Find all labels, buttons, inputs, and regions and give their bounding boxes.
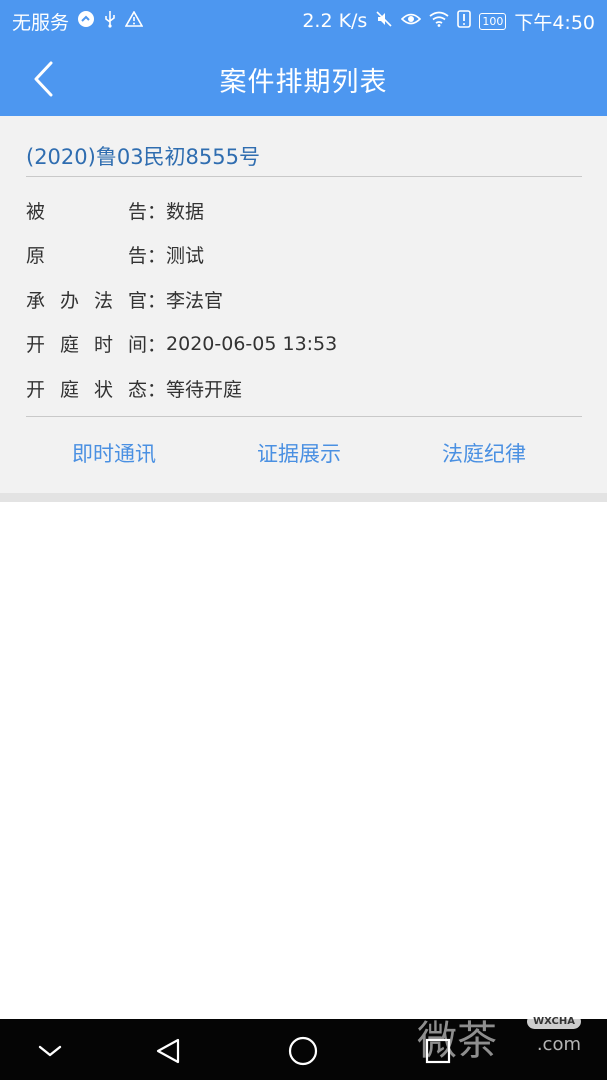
case-actions: 即时通讯 证据展示 法庭纪律 <box>0 438 607 478</box>
label-char: 法 <box>93 290 113 312</box>
nav-back-button[interactable] <box>150 1033 186 1069</box>
field-colon: ： <box>147 245 167 267</box>
case-card[interactable]: (2020)鲁03民初8555号 被 告 ： 数据 原 告 ： 测试 承 办 法… <box>0 116 607 493</box>
label-char: 时 <box>93 334 113 356</box>
carrier-text: 无服务 <box>12 11 70 34</box>
court-rules-button[interactable]: 法庭纪律 <box>442 438 526 468</box>
triangle-back-icon <box>156 1038 180 1064</box>
field-judge: 承 办 法 官 ： 李法官 <box>26 286 223 313</box>
label-char: 间 <box>127 334 147 356</box>
eye-icon <box>401 11 422 31</box>
chevron-down-icon <box>38 1045 62 1057</box>
field-label: 原 告 <box>26 241 147 268</box>
page-title: 案件排期列表 <box>219 66 388 98</box>
app-header: 无服务 2.2 K/s 100 下午4:50 案件排期列表 <box>0 0 607 116</box>
nav-bar: 案件排期列表 <box>0 42 607 116</box>
wifi-icon <box>429 11 449 31</box>
label-char: 态 <box>127 379 147 401</box>
status-time: 下午4:50 <box>514 11 595 34</box>
field-colon: ： <box>147 201 167 223</box>
label-char: 庭 <box>59 334 79 356</box>
nav-recent-button[interactable] <box>420 1033 456 1069</box>
label-char: 承 <box>26 290 46 312</box>
field-colon: ： <box>147 334 167 356</box>
field-label: 被 告 <box>26 197 147 224</box>
square-recent-icon <box>425 1038 451 1064</box>
settings-badge-icon <box>77 10 95 32</box>
nav-home-button[interactable] <box>285 1033 321 1069</box>
status-bar: 无服务 2.2 K/s 100 下午4:50 <box>0 0 607 42</box>
usb-icon <box>103 10 117 32</box>
mute-icon <box>375 10 393 32</box>
system-nav-bar <box>0 1019 607 1080</box>
field-colon: ： <box>147 290 167 312</box>
label-char: 开 <box>26 334 46 356</box>
label-char: 原 <box>26 245 46 267</box>
label-char: 办 <box>59 290 79 312</box>
label-char: 被 <box>26 201 46 223</box>
sim-alert-icon <box>457 10 472 32</box>
label-char: 告 <box>127 201 147 223</box>
label-char: 庭 <box>59 379 79 401</box>
divider <box>26 416 582 417</box>
field-label: 开 庭 状 态 <box>26 375 147 402</box>
circle-home-icon <box>288 1036 318 1066</box>
card-separator <box>0 493 607 502</box>
field-hearing-time: 开 庭 时 间 ： 2020-06-05 13:53 <box>26 330 337 357</box>
battery-icon: 100 <box>479 12 507 30</box>
field-value: 等待开庭 <box>166 379 243 401</box>
instant-message-button[interactable]: 即时通讯 <box>72 438 156 468</box>
chevron-left-icon <box>34 61 53 97</box>
divider <box>26 176 582 177</box>
field-value: 2020-06-05 13:53 <box>166 332 338 355</box>
network-speed: 2.2 K/s <box>302 10 368 32</box>
field-label: 承 办 法 官 <box>26 286 147 313</box>
label-char: 状 <box>93 379 113 401</box>
field-defendant: 被 告 ： 数据 <box>26 197 204 224</box>
field-value: 李法官 <box>166 290 224 312</box>
evidence-display-button[interactable]: 证据展示 <box>257 438 341 468</box>
field-colon: ： <box>147 379 167 401</box>
field-label: 开 庭 时 间 <box>26 330 147 357</box>
field-hearing-status: 开 庭 状 态 ： 等待开庭 <box>26 375 242 402</box>
field-value: 数据 <box>166 201 205 223</box>
back-button[interactable] <box>22 58 64 100</box>
case-number[interactable]: (2020)鲁03民初8555号 <box>26 141 260 171</box>
nav-down-button[interactable] <box>32 1033 68 1069</box>
label-char: 官 <box>127 290 147 312</box>
field-value: 测试 <box>166 245 205 267</box>
label-char: 开 <box>26 379 46 401</box>
warning-icon <box>124 10 144 31</box>
label-char: 告 <box>127 245 147 267</box>
field-plaintiff: 原 告 ： 测试 <box>26 241 204 268</box>
